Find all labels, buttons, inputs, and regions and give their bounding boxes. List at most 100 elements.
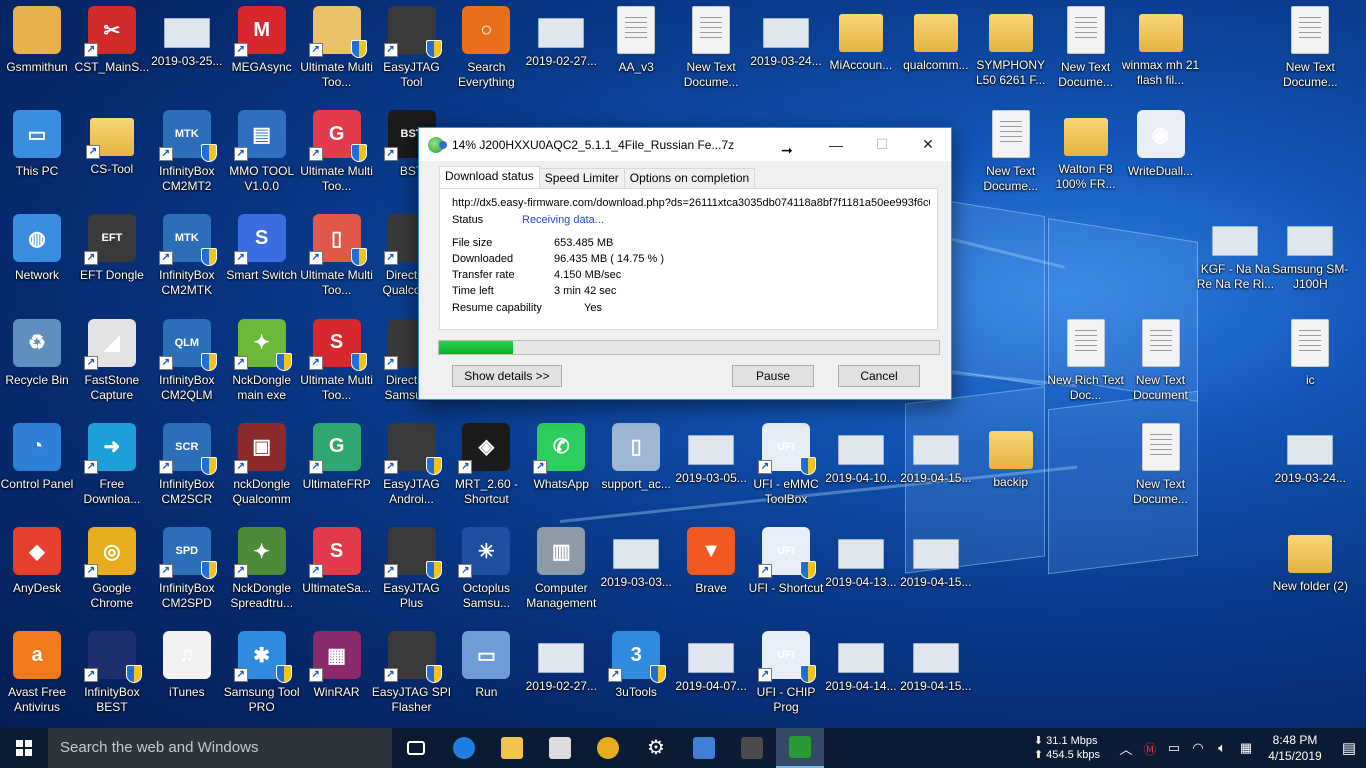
desktop-icon[interactable]: SCR ↗ InfinityBox CM2SCR bbox=[150, 417, 224, 517]
desktop-icon[interactable]: 2019-04-15... bbox=[899, 625, 973, 725]
desktop-icon[interactable]: backip bbox=[974, 417, 1048, 517]
desktop-icon[interactable]: UFI ↗ UFI - CHIP Prog bbox=[749, 625, 823, 725]
desktop-icon[interactable]: ▼ Brave bbox=[674, 521, 748, 621]
desktop-icon[interactable]: 2019-02-27... bbox=[524, 625, 598, 725]
desktop-icon[interactable]: ▯ support_ac... bbox=[599, 417, 673, 517]
desktop-icon[interactable]: ◢ ↗ FastStone Capture bbox=[75, 313, 149, 413]
wifi-icon[interactable]: ◠ bbox=[1186, 740, 1210, 756]
desktop-icon[interactable]: Samsung SM-J100H bbox=[1272, 208, 1348, 308]
desktop-icon[interactable]: ↗ EasyJTAG Tool bbox=[375, 0, 449, 100]
desktop-icon[interactable]: ▤ ↗ MMO TOOL V1.0.0 bbox=[225, 104, 299, 204]
desktop-icon[interactable]: 2019-04-15... bbox=[899, 417, 973, 517]
battery-icon[interactable]: ▭ bbox=[1162, 740, 1186, 756]
desktop-icon[interactable]: ▦ ↗ WinRAR bbox=[300, 625, 374, 725]
desktop-icon[interactable]: UFI ↗ UFI - Shortcut bbox=[749, 521, 823, 621]
desktop-icon[interactable]: a Avast Free Antivirus bbox=[0, 625, 74, 725]
desktop-icon[interactable]: ✦ ↗ NckDongle main exe bbox=[225, 313, 299, 413]
desktop-icon[interactable]: ◎ ↗ Google Chrome bbox=[75, 521, 149, 621]
desktop-icon[interactable]: ➜ ↗ Free Downloa... bbox=[75, 417, 149, 517]
desktop-icon[interactable]: QLM ↗ InfinityBox CM2QLM bbox=[150, 313, 224, 413]
desktop-icon[interactable]: ↗ CS-Tool bbox=[75, 104, 149, 204]
desktop-icon[interactable]: winmax mh 21 flash fil... bbox=[1122, 0, 1199, 100]
desktop-icon[interactable]: 2019-03-05... bbox=[674, 417, 748, 517]
desktop-icon[interactable]: ▣ ↗ nckDongle Qualcomm bbox=[225, 417, 299, 517]
desktop-icon[interactable]: ✆ ↗ WhatsApp bbox=[524, 417, 598, 517]
desktop-icon[interactable]: ○ Search Everything bbox=[449, 0, 523, 100]
desktop-icon[interactable]: New Text Docume... bbox=[1124, 417, 1198, 517]
desktop-icon[interactable]: Gsmmithun bbox=[0, 0, 74, 100]
desktop-icon[interactable]: 2019-04-15... bbox=[899, 521, 973, 621]
desktop-icon[interactable]: New Text Docume... bbox=[1049, 0, 1123, 100]
desktop-icon[interactable]: New Rich Text Doc... bbox=[1047, 313, 1124, 413]
desktop-icon[interactable]: 2019-03-03... bbox=[599, 521, 673, 621]
desktop-icon[interactable]: 2019-04-10... bbox=[824, 417, 898, 517]
chevron-up-icon[interactable]: ︿ bbox=[1114, 739, 1138, 758]
taskbar-button[interactable] bbox=[536, 728, 584, 768]
taskbar-button[interactable] bbox=[488, 728, 536, 768]
taskbar-button[interactable] bbox=[392, 728, 440, 768]
desktop-icon[interactable]: AA_v3 bbox=[599, 0, 673, 100]
desktop-icon[interactable]: MTK ↗ InfinityBox CM2MT2 bbox=[150, 104, 224, 204]
taskbar-button[interactable] bbox=[584, 728, 632, 768]
desktop-icon[interactable]: 2019-04-13... bbox=[824, 521, 898, 621]
desktop-icon[interactable]: New Text Docume... bbox=[1273, 0, 1347, 100]
network-speed-meter[interactable]: ⬇ 31.1 Mbps ⬆ 454.5 kbps bbox=[1034, 734, 1100, 762]
desktop-icon[interactable]: G ↗ Ultimate Multi Too... bbox=[300, 104, 374, 204]
desktop-icon[interactable]: ✳ ↗ Octoplus Samsu... bbox=[449, 521, 523, 621]
desktop-icon[interactable]: UFI ↗ UFI - eMMC ToolBox bbox=[749, 417, 823, 517]
desktop-icon[interactable]: 3 ↗ 3uTools bbox=[599, 625, 673, 725]
desktop-icon[interactable]: ◆ AnyDesk bbox=[0, 521, 74, 621]
tab-download-status[interactable]: Download status bbox=[439, 166, 540, 188]
desktop-icon[interactable]: ♻ Recycle Bin bbox=[0, 313, 74, 413]
desktop-icon[interactable]: New Text Document bbox=[1124, 313, 1198, 413]
mega-tray-icon[interactable]: Ⓜ bbox=[1138, 739, 1162, 758]
desktop-icon[interactable]: ✱ ↗ Samsung Tool PRO bbox=[224, 625, 300, 725]
desktop-icon[interactable]: ic bbox=[1273, 313, 1347, 413]
desktop-icon[interactable]: ▯ ↗ Ultimate Multi Too... bbox=[300, 208, 374, 308]
taskbar-button[interactable] bbox=[728, 728, 776, 768]
clock[interactable]: 8:48 PM 4/15/2019 bbox=[1258, 732, 1332, 764]
desktop-icon[interactable]: 2019-03-24... bbox=[1273, 417, 1347, 517]
close-button[interactable]: ✕ bbox=[905, 128, 951, 161]
desktop-icon[interactable]: SYMPHONY L50 6261 F... bbox=[974, 0, 1048, 100]
desktop-icon[interactable]: ↗ Ultimate Multi Too... bbox=[300, 0, 374, 100]
pause-button[interactable]: Pause bbox=[732, 365, 814, 387]
start-button[interactable] bbox=[0, 728, 48, 768]
desktop-icon[interactable]: M ↗ MEGAsync bbox=[225, 0, 299, 100]
taskbar-button[interactable] bbox=[680, 728, 728, 768]
desktop-icon[interactable]: ✦ ↗ NckDongle Spreadtru... bbox=[225, 521, 299, 621]
desktop-icon[interactable]: S ↗ UltimateSa... bbox=[300, 521, 374, 621]
desktop-icon[interactable]: 2019-03-24... bbox=[749, 0, 823, 100]
desktop-icon[interactable]: S ↗ Smart Switch bbox=[225, 208, 299, 308]
desktop-icon[interactable]: ♫ iTunes bbox=[150, 625, 224, 725]
minimize-button[interactable]: — bbox=[813, 128, 859, 161]
cancel-button[interactable]: Cancel bbox=[838, 365, 920, 387]
volume-icon[interactable]: 🔈︎ bbox=[1210, 740, 1234, 756]
desktop-icon[interactable]: ◉ WriteDuall... bbox=[1124, 104, 1198, 204]
taskbar-button[interactable]: ⚙ bbox=[632, 728, 680, 768]
tab-speed-limiter[interactable]: Speed Limiter bbox=[538, 168, 625, 188]
desktop-icon[interactable]: KGF - Na Na Re Na Re Ri... bbox=[1197, 208, 1274, 308]
desktop-icon[interactable]: ▭ This PC bbox=[0, 104, 74, 204]
desktop-icon[interactable]: ↗ EasyJTAG Androi... bbox=[375, 417, 449, 517]
desktop-icon[interactable]: ◔ Control Panel bbox=[0, 417, 74, 517]
taskbar-button[interactable] bbox=[440, 728, 488, 768]
desktop-icon[interactable]: qualcomm... bbox=[899, 0, 973, 100]
desktop-icon[interactable]: 2019-04-14... bbox=[824, 625, 898, 725]
taskbar-search-box[interactable]: Search the web and Windows bbox=[48, 728, 392, 768]
desktop-icon[interactable]: S ↗ Ultimate Multi Too... bbox=[300, 313, 374, 413]
desktop-icon[interactable]: ↗ EasyJTAG SPI Flasher bbox=[372, 625, 451, 725]
desktop-icon[interactable]: Walton F8 100% FR... bbox=[1049, 104, 1123, 204]
desktop-icon[interactable]: ✂ ↗ CST_MainS... bbox=[75, 0, 149, 100]
desktop-icon[interactable]: EFT ↗ EFT Dongle bbox=[75, 208, 149, 308]
tab-options-on-completion[interactable]: Options on completion bbox=[623, 168, 756, 188]
desktop-icon[interactable]: MiAccoun... bbox=[824, 0, 898, 100]
desktop-icon[interactable]: 2019-02-27... bbox=[524, 0, 598, 100]
desktop-icon[interactable]: 2019-04-07... bbox=[674, 625, 748, 725]
keyboard-icon[interactable]: ▦ bbox=[1234, 740, 1258, 756]
desktop-icon[interactable]: 2019-03-25... bbox=[150, 0, 224, 100]
desktop-icon[interactable]: New Text Docume... bbox=[974, 104, 1048, 204]
desktop-icon[interactable]: ↗ EasyJTAG Plus bbox=[375, 521, 449, 621]
maximize-button[interactable]: ☐ bbox=[859, 128, 905, 161]
desktop-icon[interactable]: G ↗ UltimateFRP bbox=[300, 417, 374, 517]
